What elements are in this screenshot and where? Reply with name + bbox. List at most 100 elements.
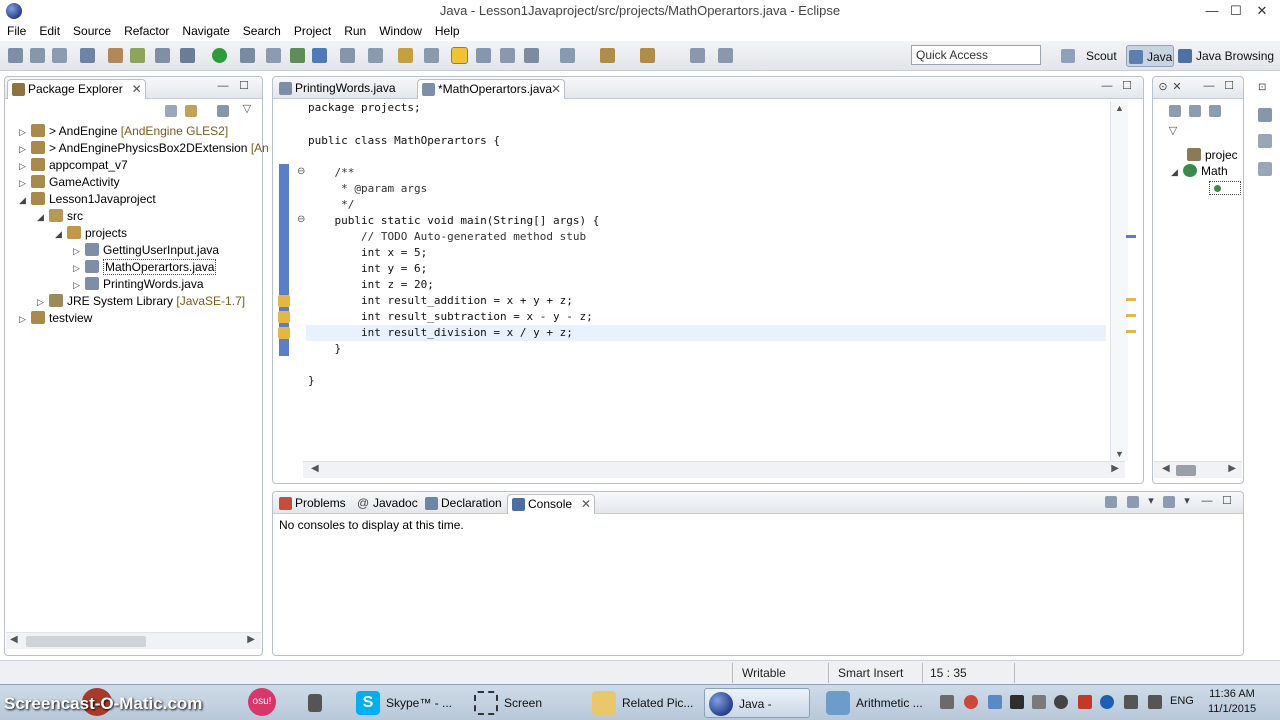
maximize-icon[interactable]: ☐	[1221, 495, 1233, 507]
expand-arrow-icon[interactable]: ▷	[73, 243, 85, 260]
tab-printingwords[interactable]: PrintingWords.java	[275, 79, 415, 99]
vertical-scrollbar[interactable]: ▲ ▼	[1110, 101, 1128, 461]
fold-collapse-icon[interactable]: ⊖	[297, 166, 305, 177]
tree-item[interactable]: ▷ JRE System Library [JavaSE-1.7]	[37, 293, 245, 310]
network-icon[interactable]	[1124, 695, 1138, 709]
scroll-left-icon[interactable]: ◀	[1162, 463, 1170, 474]
tree-item[interactable]: ▷ GameActivity	[19, 174, 120, 191]
menu-navigate[interactable]: Navigate	[175, 22, 235, 40]
tree-item[interactable]: ◢ src	[37, 208, 83, 225]
fold-collapse-icon[interactable]: ⊖	[297, 214, 305, 225]
close-icon[interactable]: ✕	[551, 80, 561, 98]
sort-icon[interactable]	[1169, 105, 1181, 117]
collapse-arrow-icon[interactable]: ◢	[37, 209, 49, 226]
view-icon[interactable]	[1258, 162, 1272, 176]
maximize-button[interactable]: ☐	[1224, 2, 1248, 20]
tree-item[interactable]: ▷ GettingUserInput.java	[73, 242, 219, 259]
forward-icon[interactable]	[640, 48, 655, 63]
prev-annotation-icon[interactable]	[500, 48, 515, 63]
scroll-thumb[interactable]	[1176, 465, 1196, 476]
clock-time[interactable]: 11:36 AM	[1208, 688, 1256, 700]
last-edit-icon[interactable]	[560, 48, 575, 63]
tab-javadoc[interactable]: @ Javadoc	[353, 494, 419, 514]
chevron-down-icon[interactable]: ▽	[1167, 125, 1179, 137]
bluetooth-icon[interactable]	[1100, 695, 1114, 709]
tree-item[interactable]: ◢ projects	[55, 225, 127, 242]
overview-marker[interactable]	[1126, 235, 1136, 238]
tab-declaration[interactable]: Declaration	[421, 494, 505, 514]
hide-fields-icon[interactable]	[1189, 105, 1201, 117]
scroll-right-icon[interactable]: ▶	[247, 634, 255, 645]
scroll-left-icon[interactable]: ◀	[311, 463, 319, 474]
osu-icon[interactable]: osu!	[248, 688, 276, 716]
minimize-icon[interactable]: —	[1201, 495, 1213, 507]
scroll-left-icon[interactable]: ◀	[10, 634, 18, 645]
chevron-down-icon[interactable]: ▽	[241, 103, 253, 115]
save-icon[interactable]	[30, 48, 45, 63]
menu-window[interactable]: Window	[372, 22, 428, 40]
open-type-icon[interactable]	[340, 48, 355, 63]
perspective-java-browsing[interactable]: Java Browsing	[1176, 45, 1276, 67]
link-editor-icon[interactable]	[185, 105, 197, 117]
minimize-button[interactable]: —	[1200, 2, 1224, 20]
minimize-icon[interactable]: —	[1203, 80, 1215, 92]
tray-icon[interactable]	[1078, 695, 1092, 709]
expand-arrow-icon[interactable]: ▷	[73, 277, 85, 294]
tree-item[interactable]: ▷ appcompat_v7	[19, 157, 128, 174]
scroll-right-icon[interactable]: ▶	[1228, 463, 1236, 474]
scroll-thumb[interactable]	[26, 636, 146, 647]
menu-refactor[interactable]: Refactor	[117, 22, 175, 40]
skip-breakpoints-icon[interactable]	[155, 48, 170, 63]
tray-icon[interactable]	[1010, 695, 1024, 709]
horizontal-scrollbar[interactable]: ◀ ▶	[6, 632, 261, 649]
outline-item[interactable]: ◢ Math	[1171, 163, 1228, 180]
close-button[interactable]: ✕	[1250, 2, 1274, 20]
view-menu-icon[interactable]	[217, 105, 229, 117]
debug-icon[interactable]	[180, 48, 195, 63]
tab-console[interactable]: Console ✕	[507, 494, 595, 514]
horizontal-scrollbar[interactable]: ◀ ▶	[1154, 461, 1242, 478]
expand-arrow-icon[interactable]: ▷	[37, 294, 49, 311]
menu-edit[interactable]: Edit	[32, 22, 66, 40]
tree-item[interactable]: ▷ > AndEnginePhysicsBox2DExtension [An	[19, 140, 269, 157]
quick-access-input[interactable]: Quick Access	[911, 45, 1041, 65]
avd-icon[interactable]	[130, 48, 145, 63]
print-icon[interactable]	[80, 48, 95, 63]
overview-marker[interactable]	[1126, 314, 1136, 317]
menu-run[interactable]: Run	[337, 22, 372, 40]
scroll-down-icon[interactable]: ▼	[1115, 449, 1124, 459]
maximize-icon[interactable]: ☐	[1223, 80, 1235, 92]
collapse-arrow-icon[interactable]: ◢	[55, 226, 67, 243]
close-icon[interactable]: ✕	[132, 80, 142, 98]
expand-arrow-icon[interactable]: ▷	[19, 141, 31, 158]
perspective-java[interactable]: Java	[1126, 45, 1174, 67]
menu-help[interactable]: Help	[428, 22, 466, 40]
tree-item[interactable]: ▷ > AndEngine [AndEngine GLES2]	[19, 123, 228, 140]
expand-arrow-icon[interactable]: ▷	[19, 124, 31, 141]
tray-icon[interactable]	[964, 695, 978, 709]
tray-icon[interactable]	[988, 695, 1002, 709]
tool-icon[interactable]	[690, 48, 705, 63]
open-console-icon[interactable]	[1105, 496, 1117, 508]
expand-arrow-icon[interactable]: ▷	[19, 311, 31, 328]
menu-project[interactable]: Project	[287, 22, 337, 40]
tree-item-selected[interactable]: ▷ MathOperartors.java	[73, 259, 217, 276]
tree-item[interactable]: ▷ testview	[19, 310, 92, 327]
save-all-icon[interactable]	[52, 48, 67, 63]
language-indicator[interactable]: ENG	[1170, 695, 1194, 707]
minimize-icon[interactable]: —	[217, 80, 229, 92]
task-list-icon[interactable]	[1258, 108, 1272, 122]
tab-package-explorer[interactable]: Package Explorer ✕	[7, 79, 146, 99]
next-annotation-icon[interactable]	[476, 48, 491, 63]
toggle-mark-icon[interactable]	[398, 48, 413, 63]
maximize-icon[interactable]: ☐	[1121, 80, 1133, 92]
warning-icon[interactable]	[278, 295, 290, 307]
android-sdk-icon[interactable]	[108, 48, 123, 63]
maximize-icon[interactable]: ☐	[238, 80, 250, 92]
taskbar-item[interactable]: Related Pic...	[588, 688, 694, 718]
volume-icon[interactable]	[1148, 695, 1162, 709]
new-icon[interactable]	[8, 48, 23, 63]
outline-item[interactable]: projec	[1187, 147, 1238, 164]
pin-console-icon[interactable]	[1163, 496, 1175, 508]
collapse-arrow-icon[interactable]: ◢	[1171, 164, 1183, 181]
